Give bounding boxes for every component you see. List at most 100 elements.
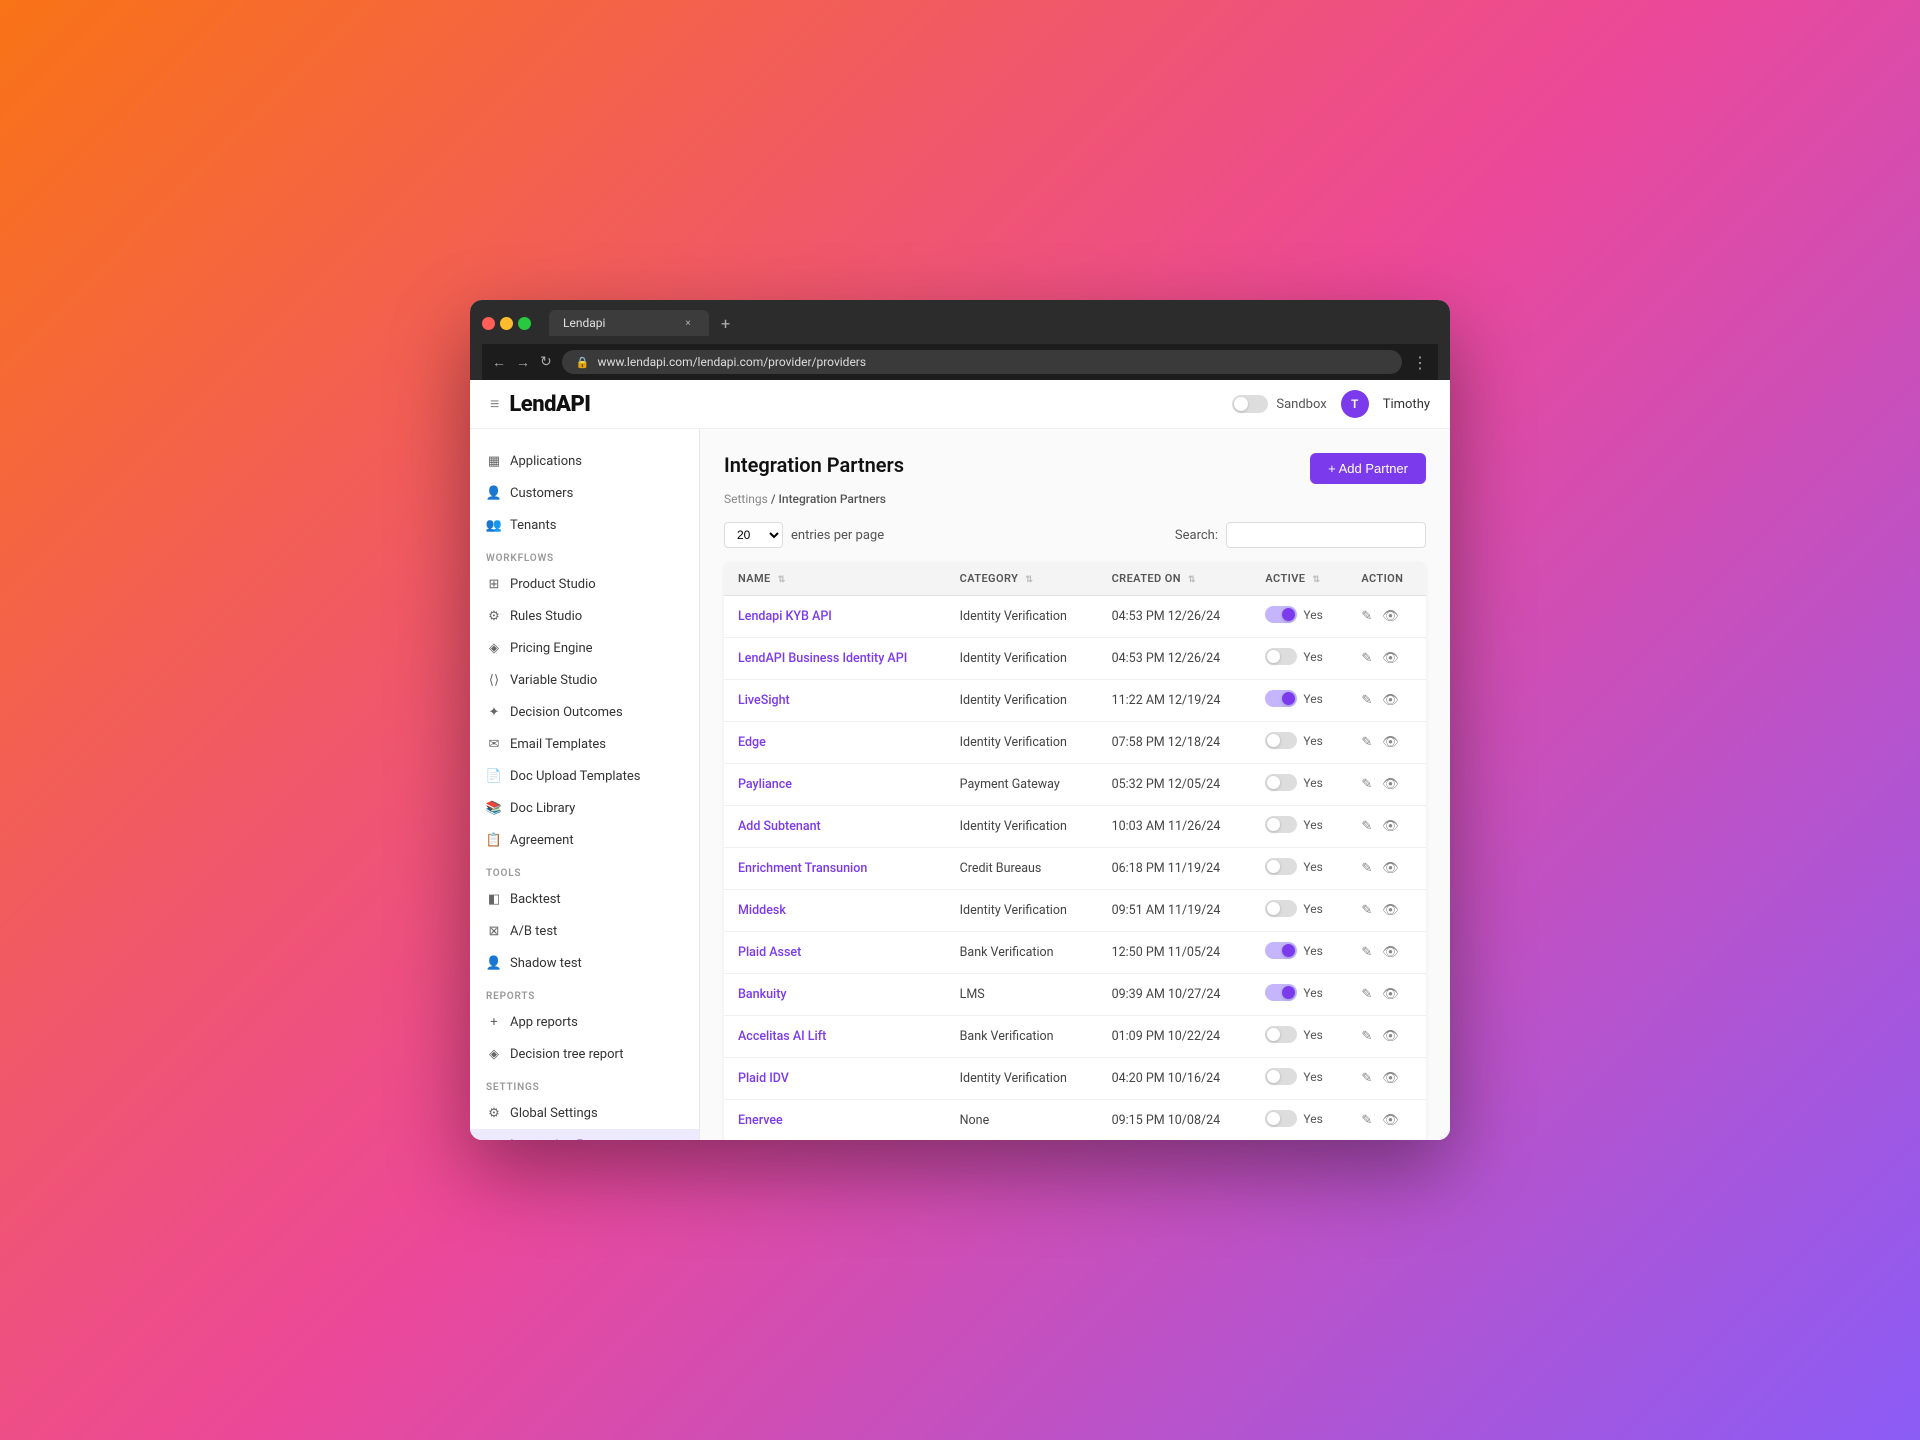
col-name[interactable]: NAME ⇅: [724, 562, 946, 596]
row-action-11: ✎👁: [1347, 1058, 1426, 1100]
breadcrumb-parent[interactable]: Settings: [724, 492, 768, 506]
col-created-on[interactable]: CREATED ON ⇅: [1098, 562, 1252, 596]
edit-icon-1[interactable]: ✎: [1361, 651, 1372, 666]
partner-link-8[interactable]: Plaid Asset: [738, 945, 801, 960]
col-category[interactable]: CATEGORY ⇅: [946, 562, 1098, 596]
partner-link-2[interactable]: LiveSight: [738, 693, 790, 708]
partner-link-10[interactable]: Accelitas AI Lift: [738, 1029, 826, 1044]
edit-icon-6[interactable]: ✎: [1361, 861, 1372, 876]
sidebar-item-tenants[interactable]: 👥 Tenants: [470, 509, 699, 541]
toggle-switch-8[interactable]: [1265, 942, 1297, 959]
toggle-switch-10[interactable]: [1265, 1026, 1297, 1043]
toggle-switch-4[interactable]: [1265, 774, 1297, 791]
sidebar-item-global-settings[interactable]: ⚙ Global Settings: [470, 1097, 699, 1129]
entries-per-page-select[interactable]: 20 50 100: [724, 522, 783, 548]
edit-icon-4[interactable]: ✎: [1361, 777, 1372, 792]
edit-icon-2[interactable]: ✎: [1361, 693, 1372, 708]
sidebar-item-doc-upload-templates[interactable]: 📄 Doc Upload Templates: [470, 760, 699, 792]
shadow-test-icon: 👤: [486, 955, 502, 971]
close-button[interactable]: [482, 317, 495, 330]
hamburger-menu[interactable]: ≡: [490, 394, 499, 414]
sidebar-item-email-templates[interactable]: ✉ Email Templates: [470, 728, 699, 760]
sandbox-switch[interactable]: [1232, 395, 1268, 413]
global-settings-icon: ⚙: [486, 1105, 502, 1121]
view-icon-6[interactable]: 👁: [1382, 861, 1399, 876]
view-icon-0[interactable]: 👁: [1382, 609, 1399, 624]
sidebar-item-product-studio[interactable]: ⊞ Product Studio: [470, 568, 699, 600]
sidebar-item-decision-tree-report[interactable]: ◈ Decision tree report: [470, 1038, 699, 1070]
partner-link-11[interactable]: Plaid IDV: [738, 1071, 789, 1086]
add-partner-button[interactable]: + Add Partner: [1310, 453, 1426, 484]
edit-icon-12[interactable]: ✎: [1361, 1113, 1372, 1128]
sidebar-item-ab-test[interactable]: ⊠ A/B test: [470, 915, 699, 947]
view-icon-3[interactable]: 👁: [1382, 735, 1399, 750]
maximize-button[interactable]: [518, 317, 531, 330]
toggle-switch-2[interactable]: [1265, 690, 1297, 707]
partner-link-1[interactable]: LendAPI Business Identity API: [738, 651, 907, 666]
url-bar[interactable]: 🔒 www.lendapi.com/lendapi.com/provider/p…: [562, 350, 1402, 374]
edit-icon-11[interactable]: ✎: [1361, 1071, 1372, 1086]
sidebar-item-decision-outcomes[interactable]: ✦ Decision Outcomes: [470, 696, 699, 728]
sidebar-item-pricing-engine[interactable]: ◈ Pricing Engine: [470, 632, 699, 664]
toggle-switch-5[interactable]: [1265, 816, 1297, 833]
toggle-switch-12[interactable]: [1265, 1110, 1297, 1127]
partner-link-9[interactable]: Bankuity: [738, 987, 787, 1002]
sandbox-toggle[interactable]: Sandbox: [1232, 395, 1326, 413]
sidebar-item-backtest[interactable]: ◧ Backtest: [470, 883, 699, 915]
edit-icon-8[interactable]: ✎: [1361, 945, 1372, 960]
sidebar-item-app-reports[interactable]: + App reports: [470, 1006, 699, 1038]
partner-link-7[interactable]: Middesk: [738, 903, 786, 918]
edit-icon-10[interactable]: ✎: [1361, 1029, 1372, 1044]
table-row: LendAPI Business Identity APIIdentity Ve…: [724, 638, 1426, 680]
partner-link-4[interactable]: Payliance: [738, 777, 792, 792]
new-tab-button[interactable]: +: [721, 314, 730, 333]
browser-menu-icon[interactable]: ⋮: [1412, 353, 1428, 372]
sidebar-item-doc-library[interactable]: 📚 Doc Library: [470, 792, 699, 824]
sidebar-item-shadow-test[interactable]: 👤 Shadow test: [470, 947, 699, 979]
reload-button[interactable]: ↻: [540, 354, 552, 370]
sidebar-item-agreement[interactable]: 📋 Agreement: [470, 824, 699, 856]
view-icon-12[interactable]: 👁: [1382, 1113, 1399, 1128]
toggle-switch-11[interactable]: [1265, 1068, 1297, 1085]
toggle-switch-9[interactable]: [1265, 984, 1297, 1001]
sidebar-item-rules-studio[interactable]: ⚙ Rules Studio: [470, 600, 699, 632]
back-button[interactable]: ←: [492, 354, 506, 371]
edit-icon-5[interactable]: ✎: [1361, 819, 1372, 834]
search-input[interactable]: [1226, 522, 1426, 548]
toggle-switch-6[interactable]: [1265, 858, 1297, 875]
view-icon-1[interactable]: 👁: [1382, 651, 1399, 666]
tab-close-icon[interactable]: ×: [681, 316, 695, 330]
view-icon-5[interactable]: 👁: [1382, 819, 1399, 834]
toggle-switch-0[interactable]: [1265, 606, 1297, 623]
table-header-row: NAME ⇅ CATEGORY ⇅ CREATED ON ⇅: [724, 562, 1426, 596]
edit-icon-0[interactable]: ✎: [1361, 609, 1372, 624]
browser-tab[interactable]: Lendapi ×: [549, 310, 709, 336]
partner-link-6[interactable]: Enrichment Transunion: [738, 861, 867, 876]
view-icon-2[interactable]: 👁: [1382, 693, 1399, 708]
edit-icon-3[interactable]: ✎: [1361, 735, 1372, 750]
toggle-switch-3[interactable]: [1265, 732, 1297, 749]
view-icon-9[interactable]: 👁: [1382, 987, 1399, 1002]
view-icon-10[interactable]: 👁: [1382, 1029, 1399, 1044]
sidebar-item-customers[interactable]: 👤 Customers: [470, 477, 699, 509]
partner-link-5[interactable]: Add Subtenant: [738, 819, 821, 834]
edit-icon-7[interactable]: ✎: [1361, 903, 1372, 918]
view-icon-8[interactable]: 👁: [1382, 945, 1399, 960]
toggle-switch-1[interactable]: [1265, 648, 1297, 665]
view-icon-4[interactable]: 👁: [1382, 777, 1399, 792]
sidebar-item-integration-partners[interactable]: ◎ Integration Partners: [470, 1129, 699, 1140]
sidebar-item-variable-studio[interactable]: ⟨⟩ Variable Studio: [470, 664, 699, 696]
sidebar-label-tenants: Tenants: [510, 518, 556, 533]
forward-button[interactable]: →: [516, 354, 530, 371]
col-active[interactable]: ACTIVE ⇅: [1251, 562, 1347, 596]
partner-link-3[interactable]: Edge: [738, 735, 766, 750]
view-icon-11[interactable]: 👁: [1382, 1071, 1399, 1086]
partner-link-12[interactable]: Enervee: [738, 1113, 783, 1128]
toggle-switch-7[interactable]: [1265, 900, 1297, 917]
edit-icon-9[interactable]: ✎: [1361, 987, 1372, 1002]
browser-window: Lendapi × + ← → ↻ 🔒 www.lendapi.com/lend…: [470, 300, 1450, 1140]
view-icon-7[interactable]: 👁: [1382, 903, 1399, 918]
minimize-button[interactable]: [500, 317, 513, 330]
sidebar-item-applications[interactable]: ▦ Applications: [470, 445, 699, 477]
partner-link-0[interactable]: Lendapi KYB API: [738, 609, 832, 624]
